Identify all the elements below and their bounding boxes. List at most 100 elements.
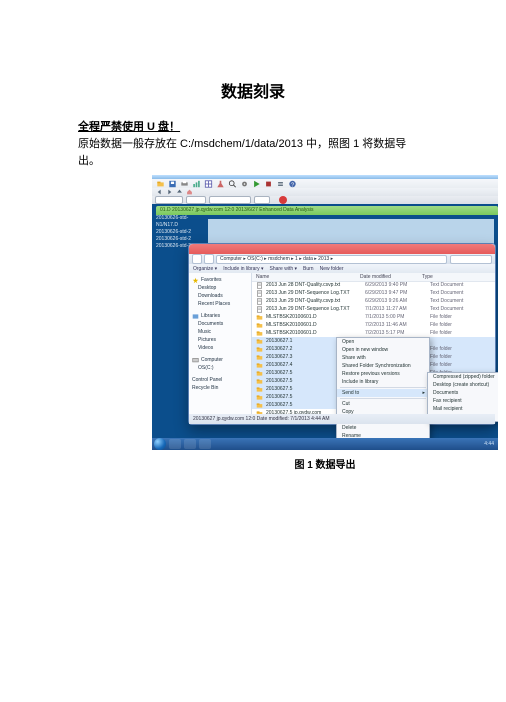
folder-icon — [256, 354, 263, 361]
save-icon[interactable] — [167, 179, 178, 188]
sidebar-favorites[interactable]: Favorites — [192, 276, 248, 284]
folder-icon — [256, 330, 263, 337]
sidebar-item[interactable]: OS(C:) — [192, 364, 248, 372]
sidebar-item[interactable]: Recycle Bin — [192, 384, 248, 392]
sidebar-item[interactable]: Pictures — [192, 336, 248, 344]
folder-icon — [256, 378, 263, 385]
figure-caption: 图 1 数据导出 — [152, 456, 498, 471]
file-icon — [256, 290, 263, 297]
up-icon[interactable] — [175, 189, 184, 196]
sendto-item[interactable]: Compressed (zipped) folder — [428, 373, 498, 381]
folder-icon — [256, 386, 263, 393]
context-menu: OpenOpen in new windowShare withShared F… — [336, 337, 430, 449]
combo-3[interactable] — [209, 196, 251, 204]
file-row[interactable]: MLSTBSK20100601.D7/2/2013 5:17 PMFile fo… — [252, 329, 495, 337]
sidebar-item[interactable]: Videos — [192, 344, 248, 352]
ctx-item[interactable]: Include in library — [337, 378, 429, 386]
ctx-item[interactable]: Restore previous versions — [337, 370, 429, 378]
system-tray[interactable]: 4:44 — [484, 441, 494, 447]
explorer-window: Computer ▸ OS(C:) ▸ msdchem ▸ 1 ▸ data ▸… — [188, 243, 496, 425]
sidebar-item[interactable]: Recent Places — [192, 300, 248, 308]
sidebar-item[interactable]: Control Panel — [192, 376, 248, 384]
ctx-item[interactable]: Share with — [337, 354, 429, 362]
folder-icon — [256, 338, 263, 345]
breadcrumb[interactable]: Computer ▸ OS(C:) ▸ msdchem ▸ 1 ▸ data ▸… — [216, 255, 447, 264]
ctx-item[interactable]: Open in new window — [337, 346, 429, 354]
search-input[interactable] — [450, 255, 492, 264]
gear-icon[interactable] — [239, 179, 250, 188]
taskbar-app[interactable] — [199, 439, 211, 449]
file-row[interactable]: MLSTBSK20100601.D7/1/2013 5:00 PMFile fo… — [252, 313, 495, 321]
include-menu[interactable]: Include in library ▾ — [223, 266, 263, 272]
taskbar-app[interactable] — [169, 439, 181, 449]
sendto-item[interactable]: Documents — [428, 389, 498, 397]
folder-icon[interactable] — [155, 179, 166, 188]
file-row[interactable]: 2013 Jun 29 DNT-Quality.csvp.txt6/29/201… — [252, 297, 495, 305]
explorer-addressbar: Computer ▸ OS(C:) ▸ msdchem ▸ 1 ▸ data ▸… — [189, 254, 495, 264]
zoom-icon[interactable] — [227, 179, 238, 188]
sidebar-item[interactable]: Documents — [192, 320, 248, 328]
toolbar-2 — [152, 188, 498, 196]
explorer-status: 20130627 jp.qydw.com 12:0 Date modified:… — [189, 414, 495, 424]
nav-back-icon[interactable] — [192, 254, 202, 264]
sidebar-item[interactable]: Music — [192, 328, 248, 336]
folder-icon — [256, 402, 263, 409]
toolbar-3 — [152, 196, 498, 204]
sendto-item[interactable]: Mail recipient — [428, 405, 498, 413]
folder-icon — [256, 370, 263, 377]
warning-line: 全程严禁使用 U 盘！ — [78, 118, 428, 134]
start-orb-icon[interactable] — [154, 438, 166, 450]
folder-icon — [256, 362, 263, 369]
print-icon[interactable] — [179, 179, 190, 188]
sidebar-computer[interactable]: Computer — [192, 356, 248, 364]
sidebar-item[interactable]: Downloads — [192, 292, 248, 300]
ctx-item[interactable]: Shared Folder Synchronization — [337, 362, 429, 370]
flask-icon[interactable] — [215, 179, 226, 188]
burn-button[interactable]: Burn — [303, 266, 314, 272]
file-row[interactable]: MLSTBSK20100601.D7/2/2013 11:46 AMFile f… — [252, 321, 495, 329]
sidebar-item[interactable]: Desktop — [192, 284, 248, 292]
help-icon[interactable]: ? — [287, 179, 298, 188]
combo-2[interactable] — [186, 196, 206, 204]
file-row[interactable]: 2013 Jun 28 DNT-Quality.csvp.txt6/29/201… — [252, 281, 495, 289]
share-menu[interactable]: Share with ▾ — [270, 266, 298, 272]
explorer-sidebar: Favorites Desktop Downloads Recent Place… — [189, 273, 252, 414]
sidebar-libraries[interactable]: Libraries — [192, 312, 248, 320]
page-title: 数据刻录 — [78, 78, 428, 102]
file-row[interactable]: 2013 Jun 29 DNT-Sequence Log.TXT6/29/201… — [252, 289, 495, 297]
toolbar-1: ? — [152, 179, 498, 188]
sendto-item[interactable]: Desktop (create shortcut) — [428, 381, 498, 389]
screenshot: ? 01.D 20130627 jp.qydw.com 12:0 2013/6/… — [152, 175, 498, 450]
prev-icon[interactable] — [155, 189, 164, 196]
record-icon[interactable] — [279, 196, 287, 204]
taskbar: 4:44 — [152, 438, 498, 450]
play-icon[interactable] — [251, 179, 262, 188]
ctx-item[interactable]: Open — [337, 338, 429, 346]
list-icon[interactable] — [275, 179, 286, 188]
file-list: Name Date modified Type 2013 Jun 28 DNT-… — [252, 273, 495, 414]
home-icon[interactable] — [185, 189, 194, 196]
nav-fwd-icon[interactable] — [204, 254, 214, 264]
desc-line: 原始数据一般存放在 C:/msdchem/1/data/2013 中，照图 1 … — [78, 136, 428, 169]
file-icon — [256, 282, 263, 289]
next-icon[interactable] — [165, 189, 174, 196]
svg-text:?: ? — [291, 182, 294, 188]
chart-caption: 01.D 20130627 jp.qydw.com 12:0 2013/6/27… — [156, 206, 498, 215]
explorer-titlebar[interactable] — [189, 244, 495, 254]
ctx-sendto[interactable]: Send to▸ — [337, 389, 429, 397]
file-row[interactable]: 2013 Jun 29 DNT-Sequence Log.TXT7/1/2013… — [252, 305, 495, 313]
chart-icon[interactable] — [191, 179, 202, 188]
stop-icon[interactable] — [263, 179, 274, 188]
ctx-item[interactable]: Cut — [337, 400, 429, 408]
taskbar-app[interactable] — [184, 439, 196, 449]
ctx-item[interactable]: Delete — [337, 424, 429, 432]
organize-menu[interactable]: Organize ▾ — [193, 266, 217, 272]
table-icon[interactable] — [203, 179, 214, 188]
sendto-item[interactable]: Fax recipient — [428, 397, 498, 405]
folder-icon — [256, 346, 263, 353]
folder-icon — [256, 394, 263, 401]
newfolder-button[interactable]: New folder — [320, 266, 344, 272]
file-icon — [256, 298, 263, 305]
combo-4[interactable] — [254, 196, 270, 204]
combo-1[interactable] — [155, 196, 183, 204]
